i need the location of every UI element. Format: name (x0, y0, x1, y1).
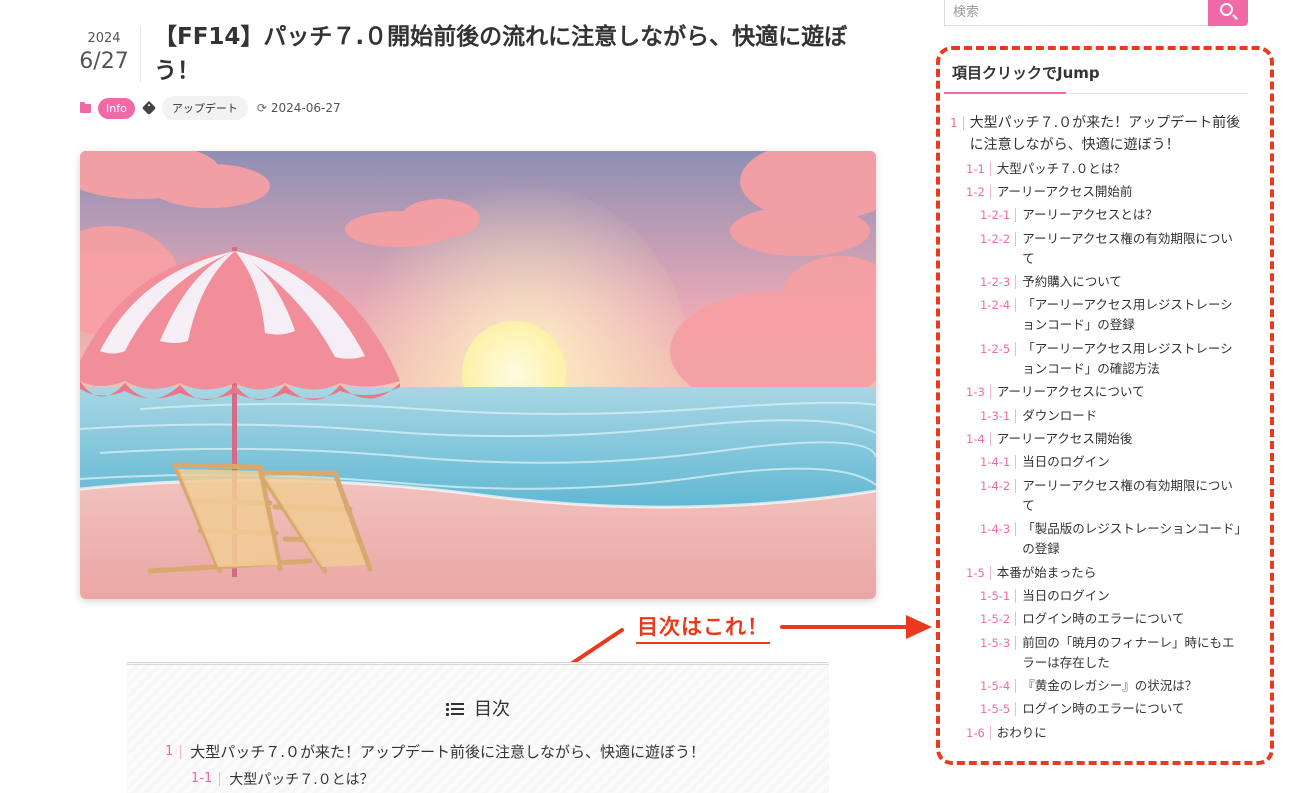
search-form (944, 0, 1248, 26)
beach-illustration (80, 151, 876, 599)
post-meta: Info アップデート ⟳ 2024-06-27 (80, 96, 341, 120)
tag-chip[interactable]: アップデート (161, 96, 248, 120)
list-icon (446, 702, 464, 716)
toc-title-text: 目次 (474, 699, 510, 720)
annotation-label: 目次はこれ！ (636, 612, 770, 644)
date-divider (140, 26, 141, 82)
toc-box: 目次 1 大型パッチ７.０が来た！アップデート前後に注意しながら、快適に遊ぼう！… (127, 662, 829, 793)
arrow-to-sidebar (780, 615, 932, 639)
toc-title: 目次 (127, 695, 829, 721)
refresh-icon: ⟳ (256, 101, 267, 115)
toc-item-text: 大型パッチ７.０とは？ (229, 772, 374, 788)
toc-item-number: 1 (165, 744, 182, 759)
post-month-day: 6/27 (79, 49, 129, 74)
hero-image (80, 151, 876, 599)
toc-item[interactable]: 1 大型パッチ７.０が来た！アップデート前後に注意しながら、快適に遊ぼう！ (165, 741, 705, 762)
category-badge[interactable]: Info (98, 97, 135, 119)
tag-icon (141, 100, 156, 116)
highlight-frame (936, 46, 1274, 765)
post-year: 2024 (87, 31, 121, 46)
search-input[interactable] (944, 0, 1208, 26)
post-date: 2024 6/27 (78, 30, 130, 76)
post-title: 【FF14】パッチ７.０開始前後の流れに注意しながら、快適に遊ぼう！ (154, 24, 848, 84)
updated-date: 2024-06-27 (270, 101, 341, 115)
search-button[interactable] (1208, 0, 1248, 26)
folder-icon (80, 101, 91, 113)
search-icon (1220, 3, 1233, 16)
toc-item[interactable]: 1-1 大型パッチ７.０とは？ (191, 769, 374, 789)
toc-item-text: 大型パッチ７.０が来た！アップデート前後に注意しながら、快適に遊ぼう！ (190, 743, 706, 761)
toc-item-number: 1-1 (191, 772, 221, 786)
